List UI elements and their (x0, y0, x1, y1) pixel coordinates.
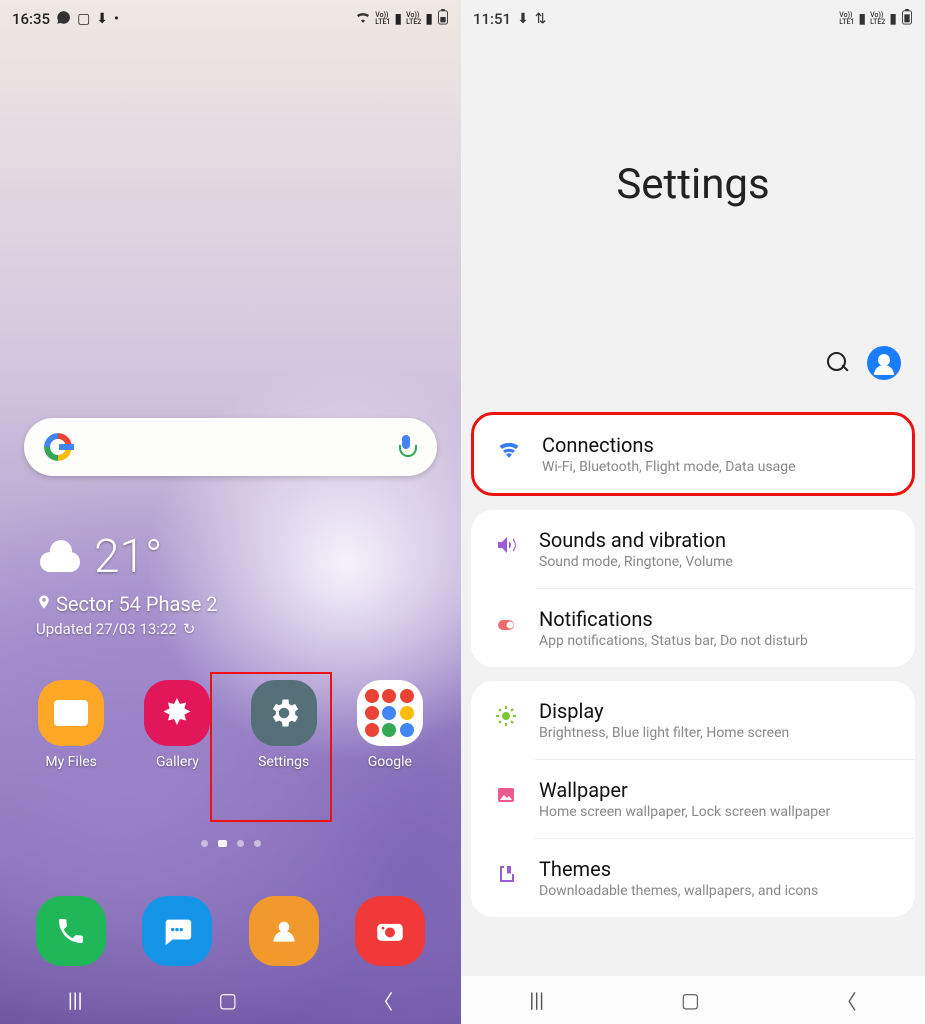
page-indicator (0, 840, 461, 847)
wifi-icon (496, 437, 522, 463)
notifications-icon (493, 611, 519, 637)
lte1-icon: Vo))LTE1 (375, 12, 390, 26)
row-sub: Home screen wallpaper, Lock screen wallp… (539, 804, 893, 820)
updated-text: Updated 27/03 13:22 (36, 620, 177, 638)
themes-icon (493, 861, 519, 887)
navbar-left: ||| ▢ 〈 (0, 976, 461, 1024)
nav-back[interactable]: 〈 (837, 986, 857, 1015)
clock: 16:35 (12, 10, 50, 28)
setting-wallpaper[interactable]: Wallpaper Home screen wallpaper, Lock sc… (471, 760, 915, 838)
row-title: Display (539, 699, 893, 723)
app-label: My Files (45, 754, 97, 770)
voice-search-icon[interactable] (395, 433, 417, 461)
clock: 11:51 (473, 10, 511, 28)
wallpaper-icon (493, 782, 519, 808)
sound-icon (493, 532, 519, 558)
row-title: Notifications (539, 607, 893, 631)
nav-home[interactable]: ▢ (218, 988, 237, 1012)
home-screen: 16:35 ▢ ⬇ • Vo))LTE1 ▮ Vo))LTE2 ▮ (0, 0, 461, 1024)
nav-home[interactable]: ▢ (681, 988, 700, 1012)
statusbar-right: 11:51 ⬇ ⇅ Vo))LTE1 ▮ Vo))LTE2 ▮ (461, 0, 925, 38)
setting-themes[interactable]: Themes Downloadable themes, wallpapers, … (471, 839, 915, 917)
nav-back[interactable]: 〈 (373, 986, 393, 1015)
lte1-icon: Vo))LTE1 (839, 12, 854, 26)
temperature: 21° (94, 530, 162, 584)
battery-icon (437, 9, 449, 29)
my-files-icon (38, 680, 104, 746)
location-pin-icon (36, 592, 52, 616)
battery-icon (901, 9, 913, 29)
app-label: Gallery (156, 754, 199, 770)
row-title: Themes (539, 857, 893, 881)
nav-recent[interactable]: ||| (68, 988, 83, 1012)
signal1-icon: ▮ (858, 11, 866, 27)
setting-notifications[interactable]: Notifications App notifications, Status … (471, 589, 915, 667)
setting-connections[interactable]: Connections Wi-Fi, Bluetooth, Flight mod… (471, 412, 915, 496)
whatsapp-icon (56, 10, 71, 29)
app-gallery[interactable]: Gallery (132, 680, 222, 770)
settings-actions (827, 346, 901, 380)
camera-app[interactable] (355, 896, 425, 966)
app-google-folder[interactable]: Google (345, 680, 435, 770)
app-label: Google (368, 754, 412, 770)
google-logo-icon (44, 433, 72, 461)
location-text: Sector 54 Phase 2 (56, 592, 218, 616)
row-sub: App notifications, Status bar, Do not di… (539, 633, 893, 649)
contacts-app[interactable] (249, 896, 319, 966)
row-sub: Downloadable themes, wallpapers, and ico… (539, 883, 893, 899)
search-button[interactable] (827, 352, 849, 374)
download-icon: ⬇ (96, 11, 108, 27)
gallery-icon (144, 680, 210, 746)
account-button[interactable] (867, 346, 901, 380)
row-sub: Sound mode, Ringtone, Volume (539, 554, 893, 570)
image-icon: ▢ (77, 11, 90, 27)
signal1-icon: ▮ (394, 11, 402, 27)
dock (0, 896, 461, 966)
highlight-box (210, 672, 332, 822)
lte2-icon: Vo))LTE2 (406, 12, 421, 26)
display-icon (493, 703, 519, 729)
messages-app[interactable] (142, 896, 212, 966)
wifi-icon (355, 11, 371, 27)
settings-list: Connections Wi-Fi, Bluetooth, Flight mod… (471, 412, 915, 917)
row-sub: Brightness, Blue light filter, Home scre… (539, 725, 893, 741)
phone-app[interactable] (36, 896, 106, 966)
nav-recent[interactable]: ||| (529, 988, 544, 1012)
weather-widget[interactable]: 21° Sector 54 Phase 2 Updated 27/03 13:2… (36, 530, 218, 638)
cloud-icon (36, 540, 84, 574)
signal2-icon: ▮ (889, 11, 897, 27)
settings-group-display: Display Brightness, Blue light filter, H… (471, 681, 915, 917)
settings-group-sound: Sounds and vibration Sound mode, Rington… (471, 510, 915, 667)
navbar-right: ||| ▢ 〈 (461, 976, 925, 1024)
row-title: Sounds and vibration (539, 528, 893, 552)
download-icon: ⬇ (517, 11, 529, 27)
page-title: Settings (461, 160, 925, 209)
refresh-icon[interactable]: ↻ (183, 620, 196, 638)
row-sub: Wi-Fi, Bluetooth, Flight mode, Data usag… (542, 459, 890, 475)
dot-icon: • (114, 11, 119, 27)
statusbar-left: 16:35 ▢ ⬇ • Vo))LTE1 ▮ Vo))LTE2 ▮ (0, 0, 461, 38)
google-search-bar[interactable] (24, 418, 437, 476)
row-title: Wallpaper (539, 778, 893, 802)
setting-sounds[interactable]: Sounds and vibration Sound mode, Rington… (471, 510, 915, 588)
lte2-icon: Vo))LTE2 (870, 12, 885, 26)
row-title: Connections (542, 433, 890, 457)
app-my-files[interactable]: My Files (26, 680, 116, 770)
settings-screen: 11:51 ⬇ ⇅ Vo))LTE1 ▮ Vo))LTE2 ▮ Settings (461, 0, 925, 1024)
google-folder-icon (357, 680, 423, 746)
sync-icon: ⇅ (535, 11, 547, 27)
setting-display[interactable]: Display Brightness, Blue light filter, H… (471, 681, 915, 759)
signal2-icon: ▮ (425, 11, 433, 27)
